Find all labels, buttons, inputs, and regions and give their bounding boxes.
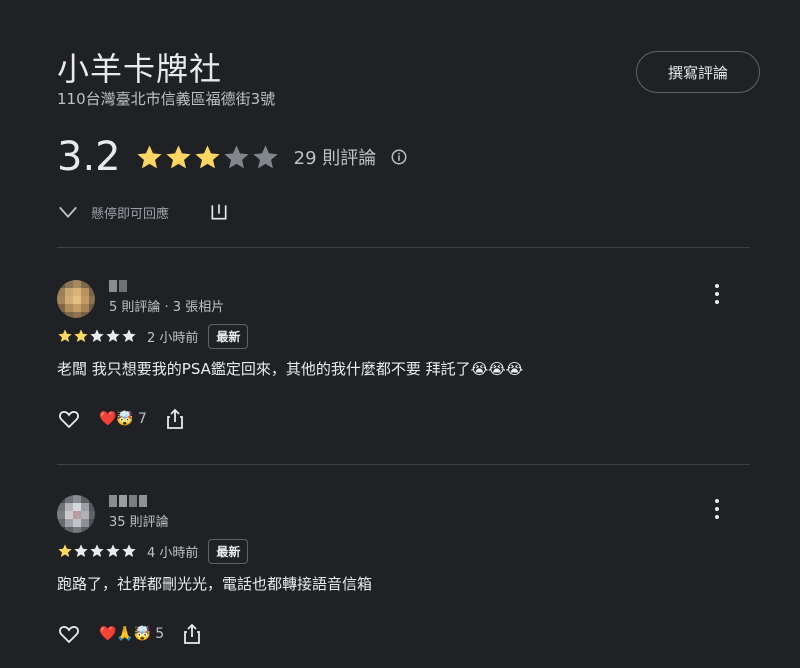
star-icon (58, 329, 72, 342)
place-title: 小羊卡牌社 (57, 50, 223, 88)
star-icon (122, 544, 136, 557)
review-text: 老闆 我只想要我的PSA鑑定回來，其他的我什麼都不要 拜託了😭😭😭 (57, 360, 524, 378)
more-options-button[interactable] (714, 284, 720, 306)
review-rating-row: 2 小時前 最新 (57, 323, 249, 349)
reaction-count: 5 (155, 626, 165, 642)
heart-outline-icon[interactable] (57, 622, 81, 646)
divider (57, 464, 750, 465)
reviewer-meta: 5 則評論 · 3 張相片 (109, 300, 225, 315)
avatar[interactable] (57, 280, 95, 318)
star-icon (58, 544, 72, 557)
more-options-button[interactable] (714, 499, 720, 521)
reaction-emojis[interactable]: ❤️🙏🤯 (99, 626, 151, 642)
share-icon[interactable] (209, 202, 229, 222)
star-icon (90, 544, 104, 557)
reaction-emojis[interactable]: ❤️🤯 (99, 411, 134, 427)
divider (57, 247, 750, 248)
review-actions-row: 懸停即可回應 (57, 198, 229, 226)
avatar[interactable] (57, 495, 95, 533)
share-icon[interactable] (182, 623, 202, 645)
star-icon (74, 329, 88, 342)
star-icon (137, 144, 162, 168)
hover-hint: 懸停即可回應 (91, 206, 170, 222)
info-icon[interactable] (390, 148, 408, 166)
star-icon (90, 329, 104, 342)
chevron-down-icon[interactable] (57, 201, 79, 223)
star-icon (166, 144, 191, 168)
star-icon (253, 144, 278, 168)
write-review-button[interactable]: 撰寫評論 (636, 51, 760, 93)
reaction-row: ❤️🙏🤯 5 (57, 621, 202, 647)
star-icon (122, 329, 136, 342)
reaction-count: 7 (137, 411, 147, 427)
reaction-row: ❤️🤯 7 (57, 406, 185, 432)
star-icon (195, 144, 220, 168)
place-address: 110台灣臺北市信義區福德街3號 (57, 90, 276, 108)
reviewer-name-blurred[interactable] (109, 495, 147, 507)
rating-summary: 3.2 29 則評論 (57, 132, 408, 182)
newest-badge: 最新 (208, 538, 249, 564)
star-icon (74, 544, 88, 557)
review-count[interactable]: 29 則評論 (294, 144, 377, 170)
review-time: 4 小時前 (147, 545, 199, 561)
reviewer-meta: 35 則評論 (109, 515, 169, 530)
share-icon[interactable] (165, 408, 185, 430)
reviewer-name-blurred[interactable] (109, 280, 127, 292)
review-rating-row: 4 小時前 最新 (57, 538, 249, 564)
review-text: 跑路了，社群都刪光光，電話也都轉接語音信箱 (57, 575, 373, 593)
review-stars (57, 328, 137, 344)
review-time: 2 小時前 (147, 330, 199, 346)
heart-outline-icon[interactable] (57, 407, 81, 431)
average-star-rating (135, 143, 280, 172)
average-rating: 3.2 (57, 134, 121, 180)
star-icon (224, 144, 249, 168)
star-icon (106, 544, 120, 557)
review-stars (57, 543, 137, 559)
newest-badge: 最新 (208, 323, 249, 349)
star-icon (106, 329, 120, 342)
